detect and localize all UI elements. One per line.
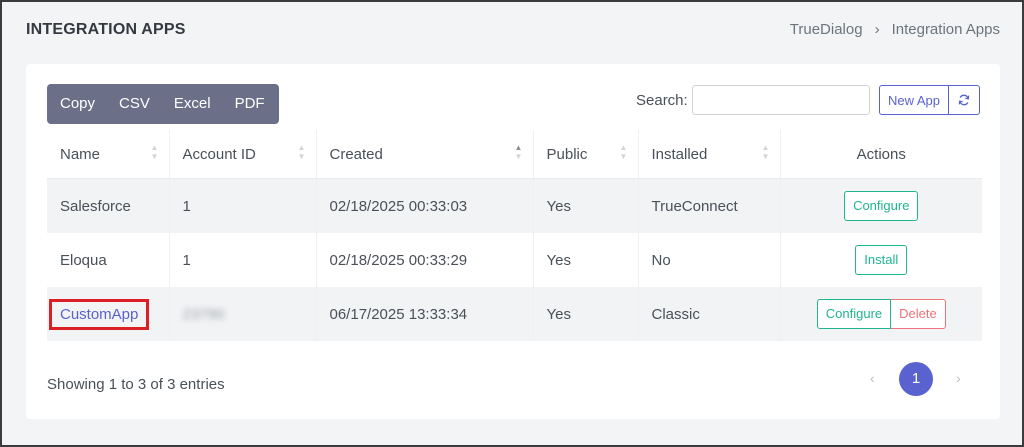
table-row: CustomApp 23790 06/17/2025 13:33:34 Yes … — [47, 287, 982, 341]
column-header-account-id[interactable]: Account ID ▲ ▼ — [169, 130, 317, 179]
previous-page-button[interactable]: ‹ — [870, 370, 875, 386]
page-title: INTEGRATION APPS — [26, 21, 186, 38]
cell-installed: TrueConnect — [638, 178, 781, 233]
action-button-group: Configure Delete — [816, 299, 946, 329]
copy-button[interactable]: Copy — [47, 84, 107, 124]
cell-public: Yes — [533, 233, 639, 287]
app-name-link[interactable]: CustomApp — [60, 306, 138, 323]
cell-public: Yes — [533, 178, 639, 233]
cell-name: CustomApp — [47, 287, 170, 341]
cell-name: Eloqua — [47, 233, 170, 287]
sort-arrows-icon: ▲ ▼ — [150, 143, 159, 161]
cell-actions: Install — [780, 233, 982, 287]
cell-created: 06/17/2025 13:33:34 — [316, 287, 534, 341]
delete-button[interactable]: Delete — [891, 299, 946, 329]
cell-account-id: 23790 — [169, 287, 317, 341]
sort-arrows-icon: ▲ ▼ — [761, 143, 770, 161]
breadcrumb-current: Integration Apps — [891, 21, 1000, 38]
cell-account-id: 1 — [169, 233, 317, 287]
search-label: Search: — [636, 92, 688, 109]
configure-button[interactable]: Configure — [816, 299, 892, 329]
install-button[interactable]: Install — [855, 245, 908, 275]
pdf-button[interactable]: PDF — [223, 84, 279, 124]
sort-arrows-icon: ▲ ▼ — [297, 143, 306, 161]
cell-installed: Classic — [638, 287, 781, 341]
column-header-installed[interactable]: Installed ▲ ▼ — [638, 130, 781, 179]
cell-name: Salesforce — [47, 178, 170, 233]
app-frame: INTEGRATION APPS TrueDialog › Integration … — [2, 2, 1022, 445]
apps-table: Name ▲ ▼ Account ID ▲ ▼ Created ▲ ▼ Public ▲ ▼ I… — [47, 130, 982, 341]
column-header-actions: Actions — [780, 130, 982, 179]
cell-account-id: 1 — [169, 178, 317, 233]
refresh-button[interactable] — [949, 85, 980, 115]
cell-actions: Configure — [780, 178, 982, 233]
search-input[interactable] — [692, 85, 870, 115]
page-1-button[interactable]: 1 — [899, 362, 933, 396]
excel-button[interactable]: Excel — [162, 84, 223, 124]
table-row: Eloqua 1 02/18/2025 00:33:29 Yes No Inst… — [47, 233, 982, 287]
cell-actions: Configure Delete — [780, 287, 982, 341]
cell-created: 02/18/2025 00:33:03 — [316, 178, 534, 233]
column-header-name[interactable]: Name ▲ ▼ — [47, 130, 170, 179]
table-header-row: Name ▲ ▼ Account ID ▲ ▼ Created ▲ ▼ Public ▲ ▼ I… — [47, 130, 982, 179]
refresh-icon — [958, 94, 970, 106]
breadcrumb-home[interactable]: TrueDialog — [790, 21, 863, 38]
cell-public: Yes — [533, 287, 639, 341]
highlight-box: CustomApp — [49, 298, 150, 330]
configure-button[interactable]: Configure — [844, 191, 919, 221]
export-button-group: Copy CSV Excel PDF — [47, 84, 279, 124]
new-app-button[interactable]: New App — [879, 85, 949, 115]
csv-button[interactable]: CSV — [107, 84, 162, 124]
apps-card: Copy CSV Excel PDF Search: New App Name … — [26, 64, 1000, 419]
blurred-account-id: 23790 — [182, 305, 225, 323]
breadcrumb-separator: › — [874, 21, 880, 38]
next-page-button[interactable]: › — [956, 370, 961, 386]
entries-info: Showing 1 to 3 of 3 entries — [47, 376, 225, 393]
cell-installed: No — [638, 233, 781, 287]
sort-arrows-icon: ▲ ▼ — [619, 143, 628, 161]
sort-ascending-icon: ▲ ▼ — [514, 143, 523, 161]
cell-created: 02/18/2025 00:33:29 — [316, 233, 534, 287]
breadcrumb: TrueDialog › Integration Apps — [790, 21, 1000, 38]
table-row: Salesforce 1 02/18/2025 00:33:03 Yes Tru… — [47, 178, 982, 233]
column-header-created[interactable]: Created ▲ ▼ — [316, 130, 534, 179]
column-header-public[interactable]: Public ▲ ▼ — [533, 130, 639, 179]
